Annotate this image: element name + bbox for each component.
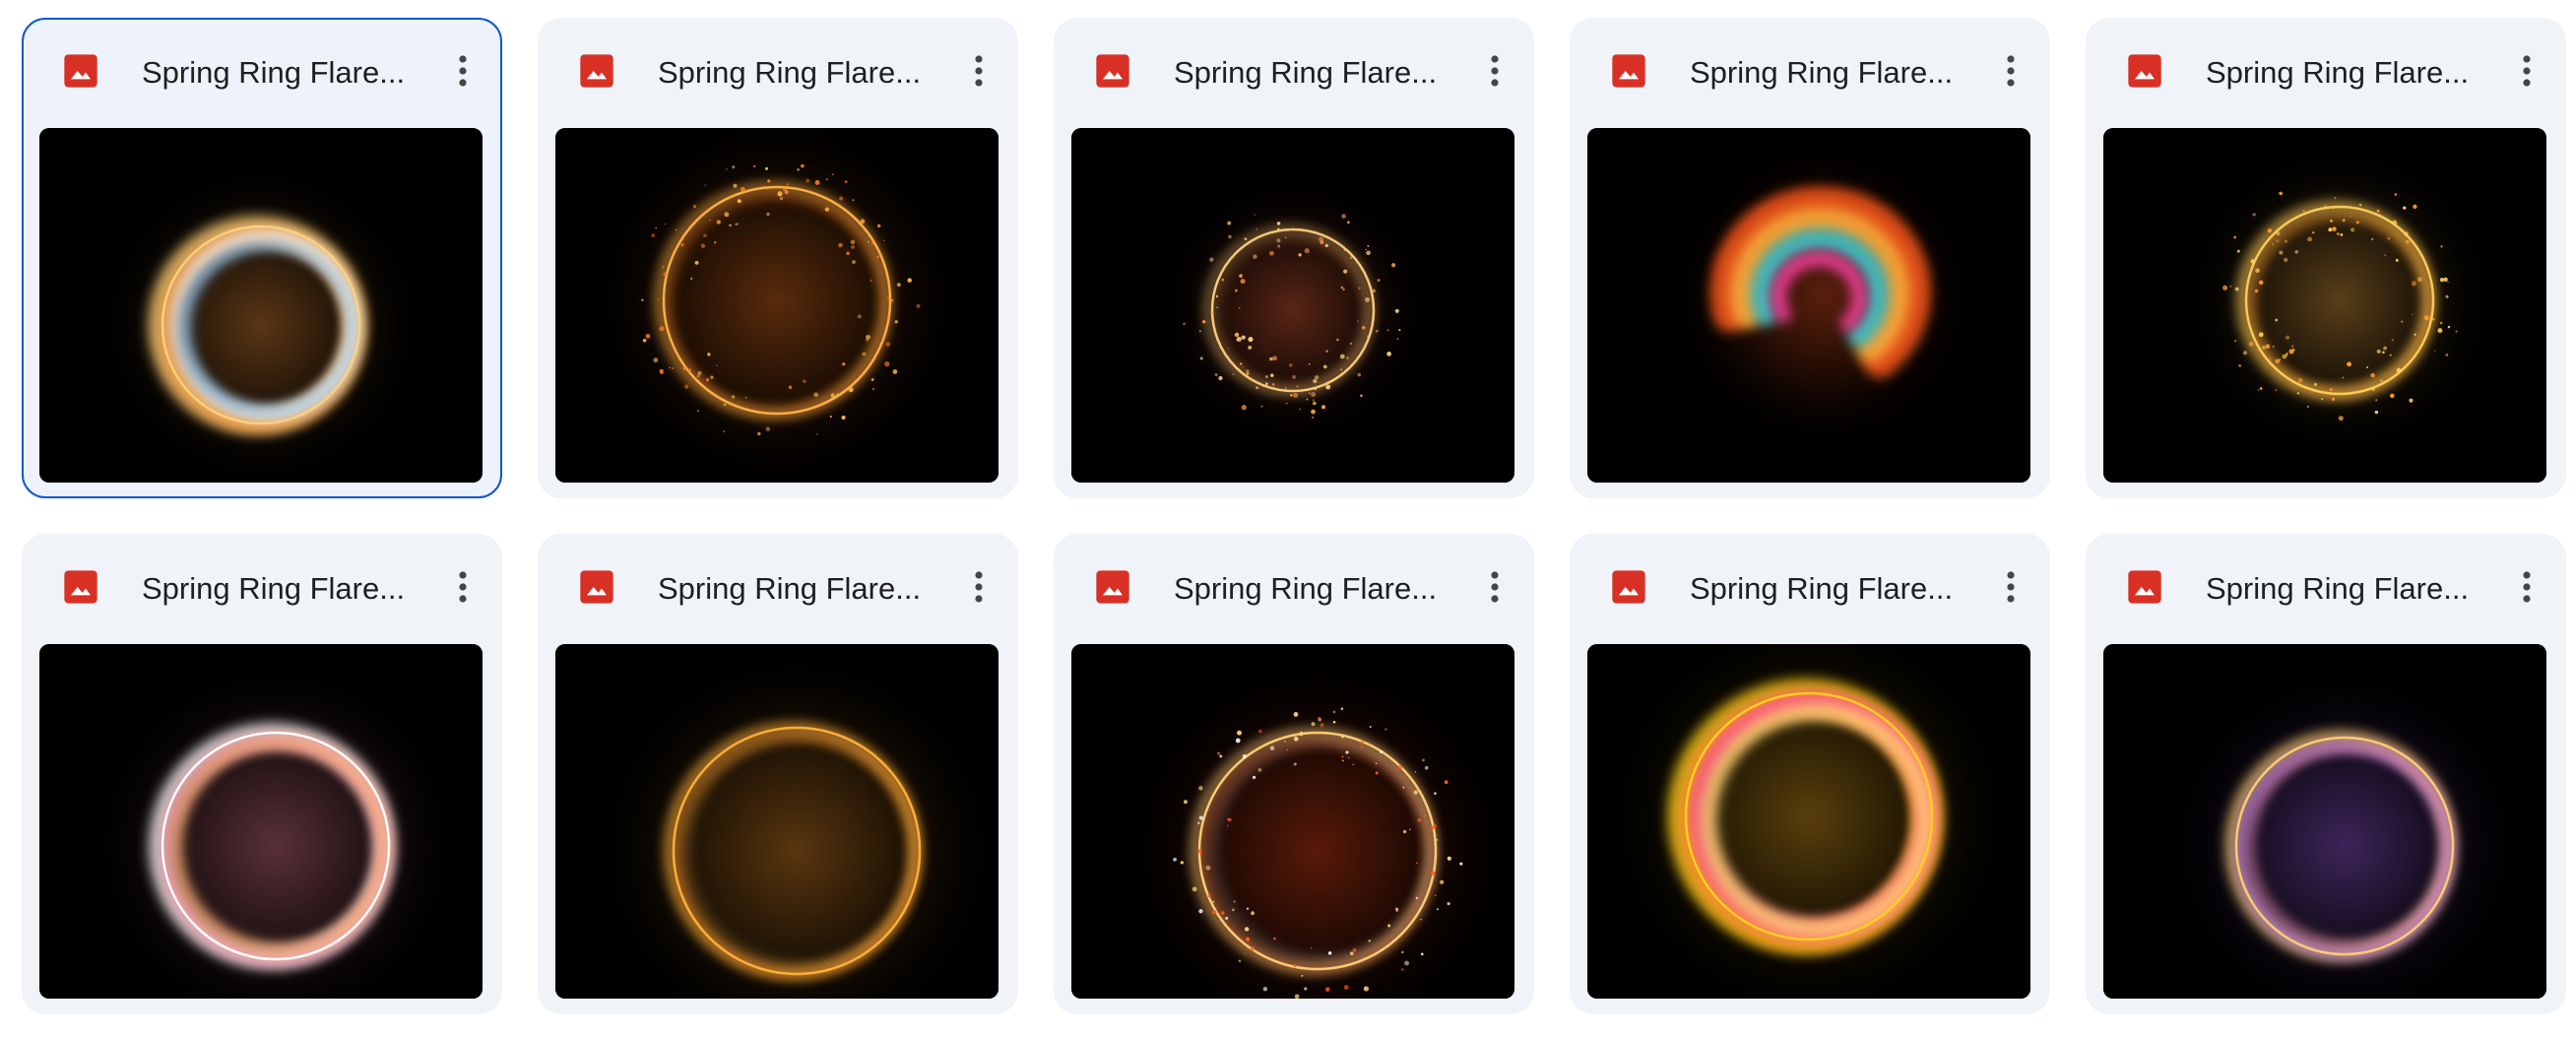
file-thumbnail[interactable] xyxy=(555,128,998,483)
more-vert-icon xyxy=(459,571,467,603)
more-vert-icon xyxy=(2007,55,2015,87)
file-title: Spring Ring Flare... xyxy=(142,571,406,606)
file-card[interactable]: Spring Ring Flare... xyxy=(22,534,502,1014)
file-title: Spring Ring Flare... xyxy=(658,55,922,90)
file-thumbnail[interactable] xyxy=(39,128,483,483)
file-card[interactable]: Spring Ring Flare... xyxy=(2086,18,2566,498)
more-actions-button[interactable] xyxy=(437,45,488,97)
file-card-header: Spring Ring Flare... xyxy=(1570,534,2050,644)
file-thumbnail[interactable] xyxy=(1071,644,1514,999)
image-file-icon xyxy=(2128,54,2161,88)
file-card-header: Spring Ring Flare... xyxy=(2086,534,2566,644)
image-file-icon xyxy=(64,54,97,88)
more-vert-icon xyxy=(2523,571,2531,603)
more-vert-icon xyxy=(1491,571,1499,603)
file-card-header: Spring Ring Flare... xyxy=(1054,534,1534,644)
file-thumbnail[interactable] xyxy=(1071,128,1514,483)
file-title: Spring Ring Flare... xyxy=(2206,571,2470,606)
more-vert-icon xyxy=(975,55,983,87)
file-card-header: Spring Ring Flare... xyxy=(538,18,1018,128)
file-card[interactable]: Spring Ring Flare... xyxy=(1054,534,1534,1014)
file-thumbnail[interactable] xyxy=(2103,644,2546,999)
more-vert-icon xyxy=(1491,55,1499,87)
file-thumbnail[interactable] xyxy=(1587,128,2030,483)
file-thumbnail[interactable] xyxy=(2103,128,2546,483)
image-file-icon xyxy=(1096,54,1129,88)
file-title: Spring Ring Flare... xyxy=(1174,571,1438,606)
more-actions-button[interactable] xyxy=(2501,45,2552,97)
file-card-header: Spring Ring Flare... xyxy=(2086,18,2566,128)
file-card[interactable]: Spring Ring Flare... xyxy=(1054,18,1534,498)
file-card[interactable]: Spring Ring Flare... xyxy=(1570,18,2050,498)
more-vert-icon xyxy=(2523,55,2531,87)
image-file-icon xyxy=(1096,570,1129,604)
more-vert-icon xyxy=(2007,571,2015,603)
more-actions-button[interactable] xyxy=(1469,561,1520,613)
file-card[interactable]: Spring Ring Flare... xyxy=(22,18,502,498)
file-thumbnail[interactable] xyxy=(1587,644,2030,999)
more-actions-button[interactable] xyxy=(437,561,488,613)
file-card-header: Spring Ring Flare... xyxy=(538,534,1018,644)
more-actions-button[interactable] xyxy=(1985,45,2036,97)
more-actions-button[interactable] xyxy=(2501,561,2552,613)
more-actions-button[interactable] xyxy=(1469,45,1520,97)
more-actions-button[interactable] xyxy=(953,45,1004,97)
more-vert-icon xyxy=(459,55,467,87)
file-card[interactable]: Spring Ring Flare... xyxy=(538,534,1018,1014)
more-vert-icon xyxy=(975,571,983,603)
file-card-header: Spring Ring Flare... xyxy=(24,20,500,130)
file-title: Spring Ring Flare... xyxy=(658,571,922,606)
image-file-icon xyxy=(580,570,613,604)
image-file-icon xyxy=(580,54,613,88)
image-file-icon xyxy=(1612,54,1645,88)
more-actions-button[interactable] xyxy=(1985,561,2036,613)
file-card[interactable]: Spring Ring Flare... xyxy=(538,18,1018,498)
image-file-icon xyxy=(2128,570,2161,604)
file-title: Spring Ring Flare... xyxy=(142,55,406,90)
file-card-header: Spring Ring Flare... xyxy=(22,534,502,644)
file-title: Spring Ring Flare... xyxy=(1174,55,1438,90)
file-grid: Spring Ring Flare... Spring Ring Flare...… xyxy=(0,0,2576,1038)
image-file-icon xyxy=(1612,570,1645,604)
file-title: Spring Ring Flare... xyxy=(1690,55,1954,90)
file-title: Spring Ring Flare... xyxy=(1690,571,1954,606)
file-title: Spring Ring Flare... xyxy=(2206,55,2470,90)
file-card-header: Spring Ring Flare... xyxy=(1570,18,2050,128)
file-thumbnail[interactable] xyxy=(39,644,483,999)
file-card[interactable]: Spring Ring Flare... xyxy=(2086,534,2566,1014)
file-card-header: Spring Ring Flare... xyxy=(1054,18,1534,128)
file-card[interactable]: Spring Ring Flare... xyxy=(1570,534,2050,1014)
image-file-icon xyxy=(64,570,97,604)
file-thumbnail[interactable] xyxy=(555,644,998,999)
more-actions-button[interactable] xyxy=(953,561,1004,613)
